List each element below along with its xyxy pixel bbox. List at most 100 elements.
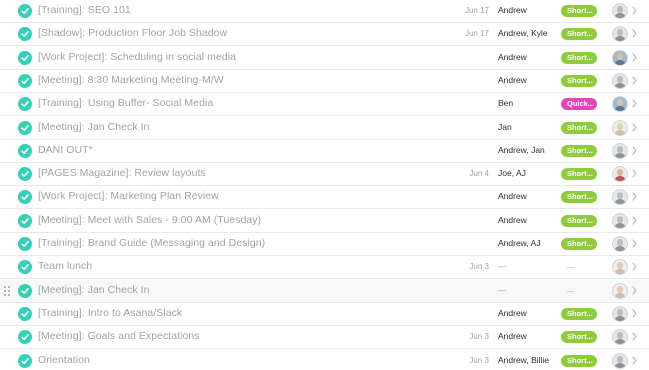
- chevron-right-icon[interactable]: [632, 332, 637, 341]
- chevron-right-icon[interactable]: [632, 52, 637, 62]
- drag-handle-icon[interactable]: [4, 285, 12, 296]
- tag-badge[interactable]: Short...: [561, 331, 597, 344]
- completed-check-icon[interactable]: [18, 213, 32, 228]
- completed-check-icon[interactable]: [18, 260, 32, 275]
- completed-check-icon[interactable]: [18, 143, 32, 158]
- assignee[interactable]: —: [498, 285, 507, 295]
- tag-badge[interactable]: Short...: [561, 51, 597, 64]
- completed-check-icon[interactable]: [18, 283, 32, 298]
- task-name[interactable]: [Training]: Brand Guide (Messaging and D…: [38, 237, 265, 249]
- task-name[interactable]: Orientation: [38, 354, 90, 366]
- tag-badge[interactable]: Quick...: [561, 98, 597, 111]
- due-date[interactable]: Jun 3: [469, 356, 489, 365]
- task-row[interactable]: [PAGES Magazine]: Review layouts Jun 4 Joe…: [0, 163, 649, 187]
- task-name[interactable]: [Shadow]: Production Floor Job Shadow: [38, 27, 227, 39]
- tag-badge[interactable]: Short...: [561, 214, 597, 227]
- completed-check-icon[interactable]: [18, 306, 32, 321]
- task-name[interactable]: [Work Project]: Marketing Plan Review: [38, 190, 219, 202]
- assignee[interactable]: Ben: [498, 98, 513, 108]
- assignee[interactable]: Andrew: [498, 191, 527, 201]
- completed-check-icon[interactable]: [18, 50, 32, 65]
- task-name[interactable]: [Training]: Using Buffer- Social Media: [38, 97, 213, 109]
- avatar[interactable]: [612, 26, 628, 43]
- task-row[interactable]: [Meeting]: Meet with Sales - 9:00 AM (Tu…: [0, 209, 649, 233]
- avatar[interactable]: [612, 189, 628, 206]
- assignee[interactable]: Joe, AJ: [498, 168, 526, 178]
- assignee[interactable]: Andrew, Kyle: [498, 28, 548, 38]
- assignee[interactable]: Andrew: [498, 75, 527, 85]
- task-row[interactable]: Orientation Jun 3 Andrew, Billie Short...: [0, 349, 649, 370]
- chevron-right-icon[interactable]: [632, 122, 637, 132]
- task-name[interactable]: [Meeting]: Jan Check In: [38, 284, 149, 296]
- completed-check-icon[interactable]: [18, 167, 32, 182]
- assignee[interactable]: Jan: [498, 122, 512, 132]
- completed-check-icon[interactable]: [18, 190, 32, 205]
- avatar[interactable]: [612, 166, 628, 183]
- avatar[interactable]: [612, 96, 628, 113]
- chevron-right-icon[interactable]: [632, 99, 637, 108]
- tag-badge[interactable]: —: [561, 285, 597, 297]
- completed-check-icon[interactable]: [18, 73, 32, 88]
- tag-badge[interactable]: Short...: [561, 168, 597, 181]
- task-name[interactable]: [Meeting]: 8:30 Marketing Meeting-M/W: [38, 74, 224, 86]
- task-row[interactable]: [Training]: Using Buffer- Social Media Be…: [0, 93, 649, 117]
- tag-badge[interactable]: Short...: [561, 74, 597, 87]
- assignee[interactable]: Andrew, Jan: [498, 145, 545, 155]
- assignee[interactable]: Andrew: [498, 215, 527, 225]
- task-row[interactable]: [Meeting]: 8:30 Marketing Meeting-M/W And…: [0, 69, 649, 93]
- task-name[interactable]: [PAGES Magazine]: Review layouts: [38, 167, 206, 179]
- avatar[interactable]: [612, 142, 628, 159]
- chevron-right-icon[interactable]: [632, 285, 637, 295]
- task-row[interactable]: [Work Project]: Scheduling in social med…: [0, 46, 649, 70]
- completed-check-icon[interactable]: [18, 27, 32, 42]
- due-date[interactable]: Jun 4: [469, 169, 489, 178]
- avatar[interactable]: [612, 3, 628, 19]
- due-date[interactable]: Jun 3: [469, 332, 489, 341]
- task-row[interactable]: [Training]: SEO 101 Jun 17 Andrew Short...: [0, 0, 649, 23]
- assignee[interactable]: —: [498, 261, 507, 271]
- task-row[interactable]: [Work Project]: Marketing Plan Review And…: [0, 186, 649, 210]
- tag-badge[interactable]: Short...: [561, 144, 597, 157]
- avatar[interactable]: [612, 259, 628, 276]
- assignee[interactable]: Andrew: [498, 308, 527, 318]
- task-name[interactable]: [Work Project]: Scheduling in social med…: [38, 51, 236, 63]
- completed-check-icon[interactable]: [18, 120, 32, 135]
- chevron-right-icon[interactable]: [632, 29, 637, 38]
- chevron-right-icon[interactable]: [632, 146, 637, 155]
- assignee[interactable]: Andrew: [498, 52, 527, 62]
- task-row[interactable]: [Meeting]: Goals and Expectations Jun 3 An…: [0, 326, 649, 350]
- chevron-right-icon[interactable]: [632, 262, 637, 271]
- chevron-right-icon[interactable]: [632, 216, 637, 225]
- due-date[interactable]: Jun 17: [465, 29, 489, 38]
- completed-check-icon[interactable]: [18, 237, 32, 251]
- assignee[interactable]: Andrew, Billie: [498, 355, 549, 365]
- avatar[interactable]: [612, 305, 628, 322]
- avatar[interactable]: [612, 329, 628, 346]
- avatar[interactable]: [612, 352, 628, 369]
- tag-badge[interactable]: Short...: [561, 354, 597, 367]
- chevron-right-icon[interactable]: [632, 239, 637, 248]
- due-date[interactable]: Jun 17: [465, 6, 489, 15]
- task-name[interactable]: DANI OUT*: [38, 144, 93, 156]
- tag-badge[interactable]: Short...: [561, 191, 597, 204]
- chevron-right-icon[interactable]: [632, 355, 637, 365]
- assignee[interactable]: Andrew: [498, 5, 527, 15]
- tag-badge[interactable]: Short...: [561, 28, 597, 41]
- task-name[interactable]: Team lunch: [38, 260, 92, 272]
- chevron-right-icon[interactable]: [632, 309, 637, 318]
- task-row[interactable]: [Meeting]: Jan Check In Jan Short...: [0, 116, 649, 140]
- task-row[interactable]: DANI OUT* Andrew, Jan Short...: [0, 139, 649, 163]
- avatar[interactable]: [612, 119, 628, 136]
- task-name[interactable]: [Meeting]: Jan Check In: [38, 121, 149, 133]
- tag-badge[interactable]: Short...: [561, 121, 597, 134]
- completed-check-icon[interactable]: [18, 4, 32, 18]
- avatar[interactable]: [612, 236, 628, 252]
- avatar[interactable]: [612, 212, 628, 229]
- task-name[interactable]: [Training]: SEO 101: [38, 4, 131, 16]
- avatar[interactable]: [612, 282, 628, 299]
- task-row[interactable]: [Meeting]: Jan Check In — —: [0, 279, 649, 303]
- task-row[interactable]: Team lunch Jun 3 — —: [0, 256, 649, 280]
- chevron-right-icon[interactable]: [632, 76, 637, 85]
- task-row[interactable]: [Shadow]: Production Floor Job Shadow Jun…: [0, 23, 649, 47]
- task-name[interactable]: [Meeting]: Meet with Sales - 9:00 AM (Tu…: [38, 214, 261, 226]
